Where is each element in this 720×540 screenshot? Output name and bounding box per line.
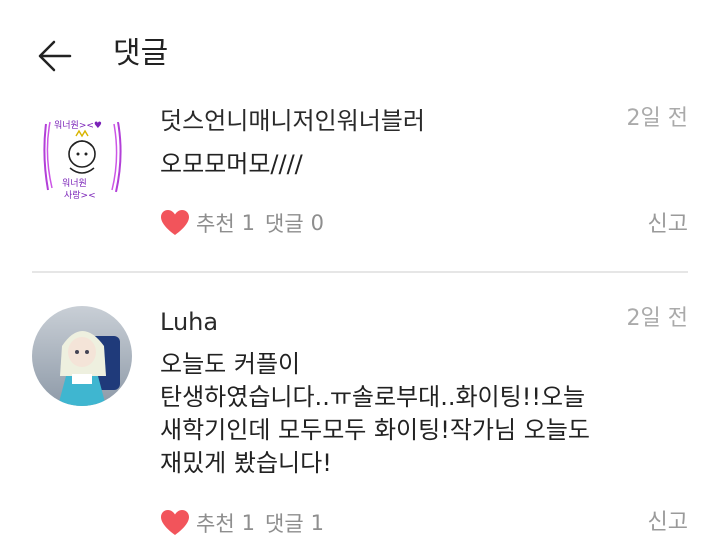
svg-text:워너원><♥: 워너원><♥	[54, 120, 102, 131]
comment-text-line: 오모모머모////	[160, 150, 303, 178]
back-button[interactable]	[34, 36, 74, 76]
page-title: 댓글	[113, 36, 169, 71]
avatar-doll-photo	[32, 306, 132, 406]
divider	[32, 271, 688, 273]
like-label[interactable]: 추천	[196, 208, 235, 238]
comment-text: 오늘도 커플이 탄생하였습니다..ㅠ솔로부대..화이팅!!오늘 새학기인데 모두…	[160, 348, 660, 480]
comment-text: 오모모머모////	[160, 148, 660, 181]
svg-text:워너원: 워너원	[62, 178, 87, 189]
heart-icon[interactable]	[160, 209, 190, 237]
like-count: 1	[241, 211, 256, 235]
comment-actions: 추천 1 댓글 1	[160, 506, 324, 540]
comment-text-line: 재밌게 봤습니다!	[160, 449, 332, 477]
comment-author[interactable]: 덧스언니매니저인워너블러	[160, 106, 425, 136]
comment-text-line: 새학기인데 모두모두 화이팅!작가님 오늘도	[160, 416, 590, 444]
heart-icon[interactable]	[160, 509, 190, 537]
reply-label[interactable]: 댓글	[265, 208, 304, 238]
reply-label[interactable]: 댓글	[265, 508, 304, 538]
comment-author[interactable]: Luha	[160, 307, 218, 337]
comment-actions: 추천 1 댓글 0	[160, 206, 324, 240]
report-button[interactable]: 신고	[648, 506, 688, 540]
comment-text-line: 오늘도 커플이	[160, 350, 301, 378]
reply-count: 0	[310, 211, 325, 235]
avatar[interactable]	[32, 306, 132, 406]
top-app-bar: 댓글	[0, 0, 720, 104]
comment-time: 2일 전	[626, 106, 688, 131]
avatar-doodle-image: 워너원><♥ 워너원 사랑><	[32, 106, 132, 206]
arrow-left-icon	[38, 40, 72, 72]
report-button[interactable]: 신고	[648, 208, 688, 242]
svg-text:사랑><: 사랑><	[64, 189, 96, 201]
avatar[interactable]: 워너원><♥ 워너원 사랑><	[32, 106, 132, 206]
comment-time: 2일 전	[626, 306, 688, 331]
comment-text-line: 탄생하였습니다..ㅠ솔로부대..화이팅!!오늘	[160, 383, 586, 411]
reply-count: 1	[310, 511, 325, 535]
like-count: 1	[241, 511, 256, 535]
like-label[interactable]: 추천	[196, 508, 235, 538]
